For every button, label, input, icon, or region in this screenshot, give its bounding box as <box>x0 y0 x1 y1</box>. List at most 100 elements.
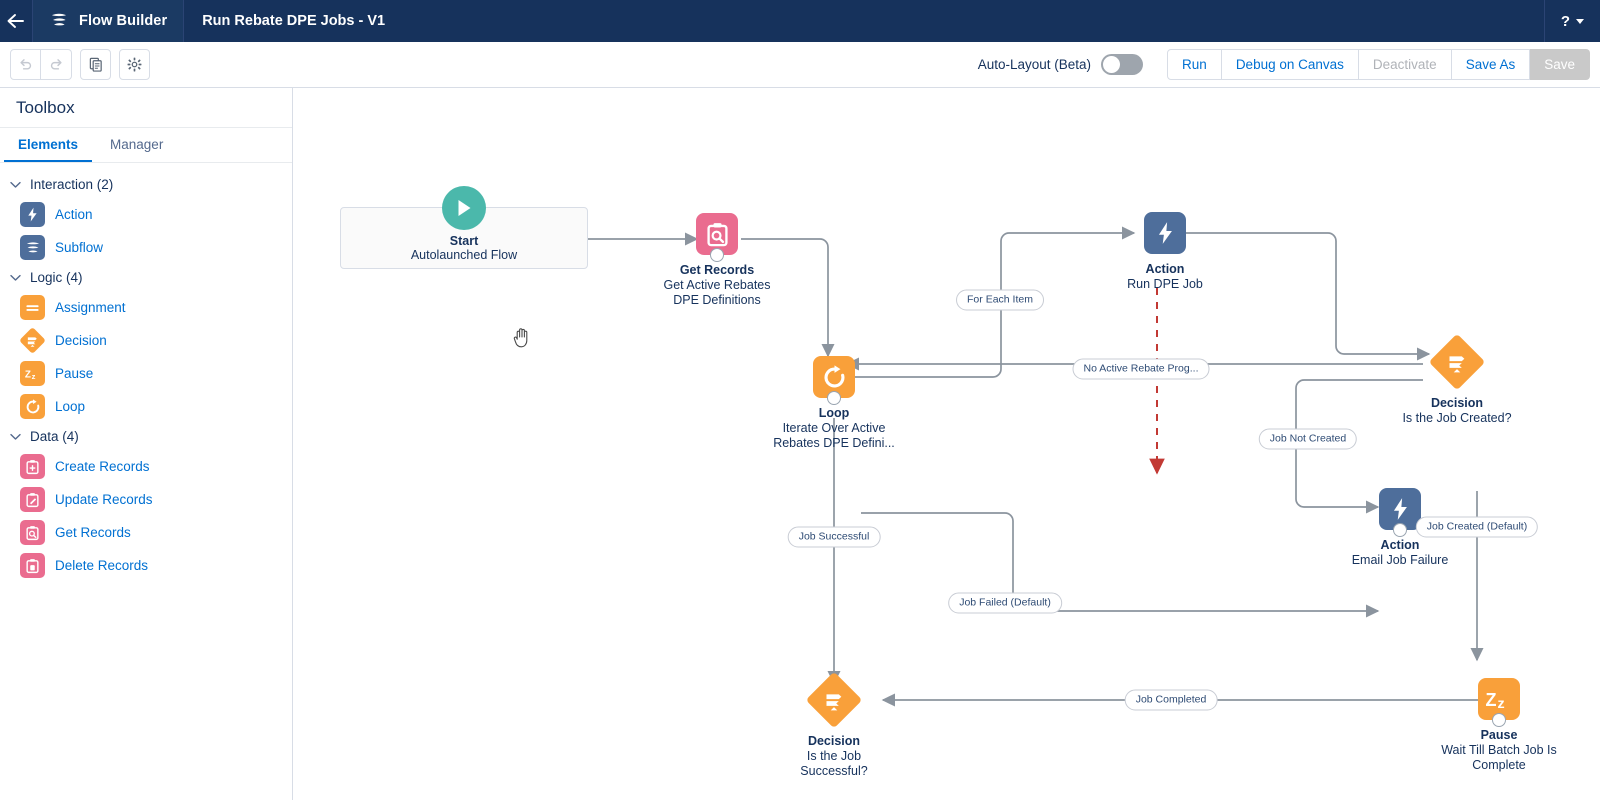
action-email-label: Action Email Job Failure <box>1352 538 1449 568</box>
run-button[interactable]: Run <box>1167 49 1222 80</box>
debug-on-canvas-button[interactable]: Debug on Canvas <box>1221 49 1359 80</box>
arrow-left-icon <box>7 14 24 28</box>
settings-button[interactable] <box>119 49 150 80</box>
chevron-down-icon <box>1576 18 1585 24</box>
node-title: Action <box>1380 538 1420 552</box>
element-label: Delete Records <box>55 558 149 573</box>
section-header-interaction[interactable]: Interaction (2) <box>0 171 292 198</box>
action-run-label: Action Run DPE Job <box>1127 262 1203 292</box>
connector-label-no-active-rebate[interactable]: No Active Rebate Prog... <box>1072 358 1210 380</box>
node-loop[interactable]: Loop Iterate Over Active Rebates DPE Def… <box>773 356 895 450</box>
svg-text:Z: Z <box>1486 690 1497 710</box>
assignment-icon <box>20 295 45 320</box>
connector-wires <box>588 226 1484 707</box>
undo-icon <box>20 59 32 70</box>
node-pause[interactable]: Z z Pause Wait Till Batch Job Is Complet… <box>1441 678 1557 772</box>
redo-button[interactable] <box>41 49 72 80</box>
connector-label-for-each-item[interactable]: For Each Item <box>956 289 1044 311</box>
decision-node-icon-wrap[interactable] <box>805 671 863 729</box>
node-connector-handle[interactable] <box>1393 523 1407 537</box>
node-action-run-dpe-job[interactable]: Action Run DPE Job <box>1127 212 1203 291</box>
node-title: Pause <box>1480 728 1518 742</box>
element-loop[interactable]: Loop <box>0 390 292 423</box>
connector-label-job-not-created[interactable]: Job Not Created <box>1258 428 1358 450</box>
element-pause[interactable]: Z z Pause <box>0 357 292 390</box>
section-header-logic[interactable]: Logic (4) <box>0 264 292 291</box>
delete-records-icon <box>20 553 45 578</box>
element-decision[interactable]: Decision <box>0 324 292 357</box>
decision-created-label: Decision Is the Job Created? <box>1402 396 1511 426</box>
node-connector-handle[interactable] <box>827 391 841 405</box>
start-title: Start <box>449 234 479 248</box>
save-as-button[interactable]: Save As <box>1451 49 1531 80</box>
get-records-node-icon-wrap[interactable] <box>696 213 738 262</box>
element-assignment[interactable]: Assignment <box>0 291 292 324</box>
node-start[interactable]: Start Autolaunched Flow <box>340 186 588 348</box>
header-spacer <box>403 0 1544 42</box>
deactivate-button[interactable]: Deactivate <box>1358 49 1452 80</box>
node-subtitle-1: Is the Job Created? <box>1402 411 1512 425</box>
node-action-email-job-failure[interactable]: Action Email Job Failure <box>1352 488 1448 567</box>
undo-button[interactable] <box>10 49 41 80</box>
copy-button[interactable] <box>80 49 111 80</box>
undo-redo-group <box>10 49 72 80</box>
save-button[interactable]: Save <box>1530 49 1590 80</box>
subflow-icon <box>20 235 45 260</box>
app-body: Toolbox Elements Manager Interaction (2) <box>0 88 1600 800</box>
pause-node-icon-wrap[interactable]: Z z <box>1478 678 1520 727</box>
node-connector-handle[interactable] <box>710 248 724 262</box>
element-label: Loop <box>55 399 86 414</box>
section-label: Logic (4) <box>30 270 83 285</box>
pause-zz-icon: Z z <box>20 361 45 386</box>
node-subtitle-2: Rebates DPE Defini... <box>773 436 895 450</box>
toggle-knob <box>1103 56 1121 73</box>
elements-list: Interaction (2) Action Subflow Logic (4)… <box>0 163 292 582</box>
create-records-icon <box>20 454 45 479</box>
element-subflow[interactable]: Subflow <box>0 231 292 264</box>
tab-elements[interactable]: Elements <box>4 128 93 162</box>
element-create-records[interactable]: Create Records <box>0 450 292 483</box>
start-subtitle: Autolaunched Flow <box>410 248 518 262</box>
connector-label-job-failed-default[interactable]: Job Failed (Default) <box>948 592 1062 614</box>
chevron-down-icon <box>8 433 22 441</box>
node-connector-handle[interactable] <box>1492 713 1506 727</box>
chevron-down-icon <box>8 181 22 189</box>
element-update-records[interactable]: Update Records <box>0 483 292 516</box>
element-delete-records[interactable]: Delete Records <box>0 549 292 582</box>
connector-label-job-completed[interactable]: Job Completed <box>1124 689 1218 711</box>
decision-icon <box>1429 334 1485 390</box>
decision-icon <box>806 672 862 728</box>
flow-canvas[interactable]: Start Autolaunched Flow Get Records Get … <box>293 88 1600 800</box>
start-text: Start Autolaunched Flow <box>341 234 587 262</box>
action-button-group: Run Debug on Canvas Deactivate Save As S… <box>1167 49 1590 80</box>
loop-node-icon-wrap[interactable] <box>813 356 855 405</box>
section-header-data[interactable]: Data (4) <box>0 423 292 450</box>
element-action[interactable]: Action <box>0 198 292 231</box>
action-bolt-icon <box>1144 212 1186 254</box>
connector-label-job-successful[interactable]: Job Successful <box>787 526 881 548</box>
node-subtitle-2: Complete <box>1472 758 1526 772</box>
node-subtitle-1: Email Job Failure <box>1351 553 1449 567</box>
gear-icon <box>127 57 142 72</box>
connector-label-job-created-default[interactable]: Job Created (Default) <box>1415 516 1539 538</box>
node-subtitle-2: DPE Definitions <box>673 293 761 307</box>
node-get-records[interactable]: Get Records Get Active Rebates DPE Defin… <box>663 213 771 307</box>
start-box[interactable]: Start Autolaunched Flow <box>340 186 588 269</box>
action-email-node-icon-wrap[interactable] <box>1379 488 1421 537</box>
canvas-toolbar: Auto-Layout (Beta) Run Debug on Canvas D… <box>0 42 1600 88</box>
start-play-button[interactable] <box>442 186 486 230</box>
tab-manager[interactable]: Manager <box>96 128 177 162</box>
element-label: Subflow <box>55 240 104 255</box>
decision-node-icon-wrap[interactable] <box>1428 333 1486 391</box>
auto-layout-control: Auto-Layout (Beta) <box>978 54 1144 75</box>
action-node-icon-wrap[interactable] <box>1144 212 1186 254</box>
auto-layout-toggle[interactable] <box>1101 54 1144 75</box>
app-identity: Flow Builder <box>33 0 185 42</box>
element-get-records[interactable]: Get Records <box>0 516 292 549</box>
node-title: Get Records <box>679 263 755 277</box>
node-decision-job-successful[interactable]: Decision Is the Job Successful? <box>800 671 868 778</box>
flow-builder-app: Flow Builder Run Rebate DPE Jobs - V1 ? <box>0 0 1600 800</box>
help-menu-button[interactable]: ? <box>1544 0 1600 42</box>
back-button[interactable] <box>0 0 33 42</box>
node-decision-job-created[interactable]: Decision Is the Job Created? <box>1402 333 1512 425</box>
